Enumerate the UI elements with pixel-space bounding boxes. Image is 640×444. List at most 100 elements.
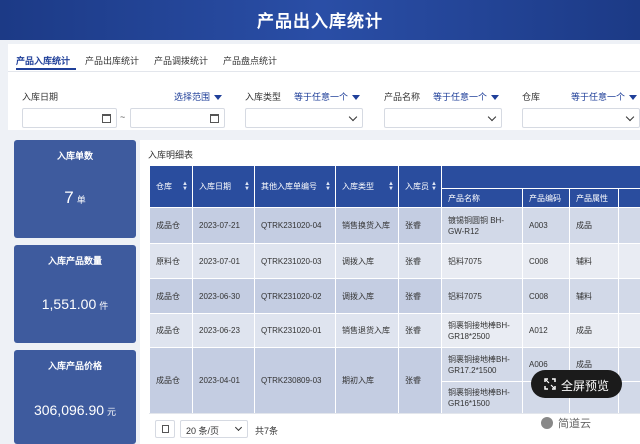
tab-transfer-stats[interactable]: 产品调拨统计	[154, 54, 208, 67]
date-end-input[interactable]	[130, 108, 225, 128]
date-separator: ~	[120, 112, 126, 122]
chevron-down-icon	[625, 112, 635, 122]
page-size-select[interactable]: 20 条/页	[180, 420, 248, 438]
tab-outbound-stats[interactable]: 产品出库统计	[85, 54, 139, 67]
cell-date: 2023-04-01	[192, 347, 255, 414]
date-start-input[interactable]	[22, 108, 117, 128]
cell-product-code: C008	[522, 243, 570, 279]
detail-panel: 入库明细表 仓库 ▲ ▼ 入库日期 ▲ ▼ 其他入库单编号 ▲ ▼ 入库类型 ▲ ▼ 入库员 ▲ ▼…	[140, 140, 640, 444]
sort-icon[interactable]: ▲ ▼	[388, 181, 394, 192]
cell-product-code: A012	[522, 313, 570, 348]
stat-card-quantity: 入库产品数量 1,551.00 件	[14, 245, 136, 343]
cell-staff: 张睿	[398, 207, 442, 244]
cell-order-no: QTRK231020-02	[254, 278, 336, 314]
cell-warehouse: 成品仓	[149, 278, 193, 314]
cell-product-attr: 辅料	[569, 243, 619, 279]
cell-order-no: QTRK231020-01	[254, 313, 336, 348]
calendar-icon	[210, 114, 219, 123]
stat-value: 7单	[64, 188, 86, 207]
type-select[interactable]	[245, 108, 363, 128]
detail-title: 入库明细表	[148, 150, 194, 160]
active-tab-indicator	[16, 68, 76, 70]
caret-down-icon	[352, 95, 361, 101]
calendar-icon	[102, 114, 111, 123]
sort-icon[interactable]: ▲ ▼	[431, 181, 437, 192]
table-row[interactable]: 成品仓 2023-06-30 QTRK231020-02 调拨入库 张睿 铝料7…	[149, 278, 640, 314]
cell-extra	[618, 243, 640, 279]
fullscreen-preview-button[interactable]: 全屏预览	[531, 370, 622, 398]
cell-warehouse: 成品仓	[149, 313, 193, 348]
page-header: 产品出入库统计	[0, 0, 640, 40]
column-group-header	[441, 165, 640, 189]
stat-card-price: 入库产品价格 306,096.90 元	[14, 350, 136, 444]
stat-card-order-count: 入库单数 7单	[14, 140, 136, 238]
stat-value: 1,551.00 件	[41, 296, 109, 312]
chevron-down-icon	[234, 423, 243, 432]
stat-label: 入库产品价格	[47, 361, 102, 371]
cell-staff: 张睿	[398, 278, 442, 314]
column-header-date[interactable]: 入库日期 ▲ ▼	[192, 165, 255, 208]
chevron-down-icon	[348, 112, 358, 122]
cell-order-no: QTRK230809-03	[254, 347, 336, 414]
page-title: 产品出入库统计	[257, 12, 383, 31]
column-header-staff[interactable]: 入库员 ▲ ▼	[398, 165, 442, 208]
cell-order-no: QTRK231020-03	[254, 243, 336, 279]
brand-logo-icon	[540, 416, 554, 430]
cell-warehouse: 成品仓	[149, 207, 193, 244]
product-filter-label: 产品名称	[384, 92, 421, 102]
warehouse-filter-label: 仓库	[522, 92, 541, 102]
tab-inventory-stats[interactable]: 产品盘点统计	[223, 54, 277, 67]
cell-product-name: 铝料7075	[441, 243, 523, 279]
cell-product-attr: 成品	[569, 313, 619, 348]
warehouse-mode-selector[interactable]: 等于任意一个	[571, 90, 638, 103]
column-header-product-code[interactable]: 产品编码	[522, 188, 570, 208]
cell-product-name: 铜裹铜接地棒BH-GR17.2*1500	[441, 347, 523, 382]
cell-product-attr: 成品	[569, 207, 619, 244]
cell-product-name: 铜裹铜接地棒BH-GR16*1500	[441, 381, 523, 414]
columns-icon	[162, 425, 169, 433]
watermark: 简道云	[540, 414, 640, 432]
cell-staff: 张睿	[398, 243, 442, 279]
table-row[interactable]: 成品仓 2023-06-23 QTRK231020-01 销售退货入库 张睿 铜…	[149, 313, 640, 348]
cell-warehouse: 成品仓	[149, 347, 193, 414]
tab-inbound-stats[interactable]: 产品入库统计	[16, 54, 70, 67]
product-select[interactable]	[384, 108, 502, 128]
warehouse-select[interactable]	[522, 108, 640, 128]
cell-warehouse: 原料仓	[149, 243, 193, 279]
type-filter-label: 入库类型	[245, 92, 282, 102]
column-header-type[interactable]: 入库类型 ▲ ▼	[335, 165, 399, 208]
table-row[interactable]: 成品仓 2023-07-21 QTRK231020-04 销售换货入库 张睿 镀…	[149, 207, 640, 244]
cell-product-code: A003	[522, 207, 570, 244]
table-row[interactable]: 原料仓 2023-07-01 QTRK231020-03 调拨入库 张睿 铝料7…	[149, 243, 640, 279]
cell-type: 期初入库	[335, 347, 399, 414]
sort-icon[interactable]: ▲ ▼	[325, 181, 331, 192]
product-mode-selector[interactable]: 等于任意一个	[433, 90, 500, 103]
cell-product-name: 镀锡铜圆铜 BH-GW-R12	[441, 207, 523, 244]
cell-product-name: 铝料7075	[441, 278, 523, 314]
column-settings-button[interactable]	[155, 420, 175, 438]
date-range-selector[interactable]: 选择范围	[174, 90, 223, 103]
sort-icon[interactable]: ▲ ▼	[244, 181, 250, 192]
cell-date: 2023-07-01	[192, 243, 255, 279]
cell-product-name: 铜裹铜接地棒BH-GR18*2500	[441, 313, 523, 348]
column-header-warehouse[interactable]: 仓库 ▲ ▼	[149, 165, 193, 208]
stat-label: 入库产品数量	[47, 256, 102, 266]
cell-product-code: C008	[522, 278, 570, 314]
caret-down-icon	[491, 95, 500, 101]
cell-staff: 张睿	[398, 347, 442, 414]
caret-down-icon	[629, 95, 638, 101]
cell-type: 调拨入库	[335, 243, 399, 279]
tab-bar: 产品入库统计 产品出库统计 产品调拨统计 产品盘点统计	[8, 44, 640, 72]
cell-date: 2023-06-30	[192, 278, 255, 314]
cell-date: 2023-07-21	[192, 207, 255, 244]
cell-type: 销售退货入库	[335, 313, 399, 348]
expand-icon	[544, 378, 556, 390]
cell-date: 2023-06-23	[192, 313, 255, 348]
sort-icon[interactable]: ▲ ▼	[182, 181, 188, 192]
cell-product-attr: 辅料	[569, 278, 619, 314]
column-header-product-attr[interactable]: 产品属性	[569, 188, 619, 208]
column-header-order-no[interactable]: 其他入库单编号 ▲ ▼	[254, 165, 336, 208]
type-mode-selector[interactable]: 等于任意一个	[294, 90, 361, 103]
chevron-down-icon	[487, 112, 497, 122]
column-header-product-name[interactable]: 产品名称	[441, 188, 523, 208]
